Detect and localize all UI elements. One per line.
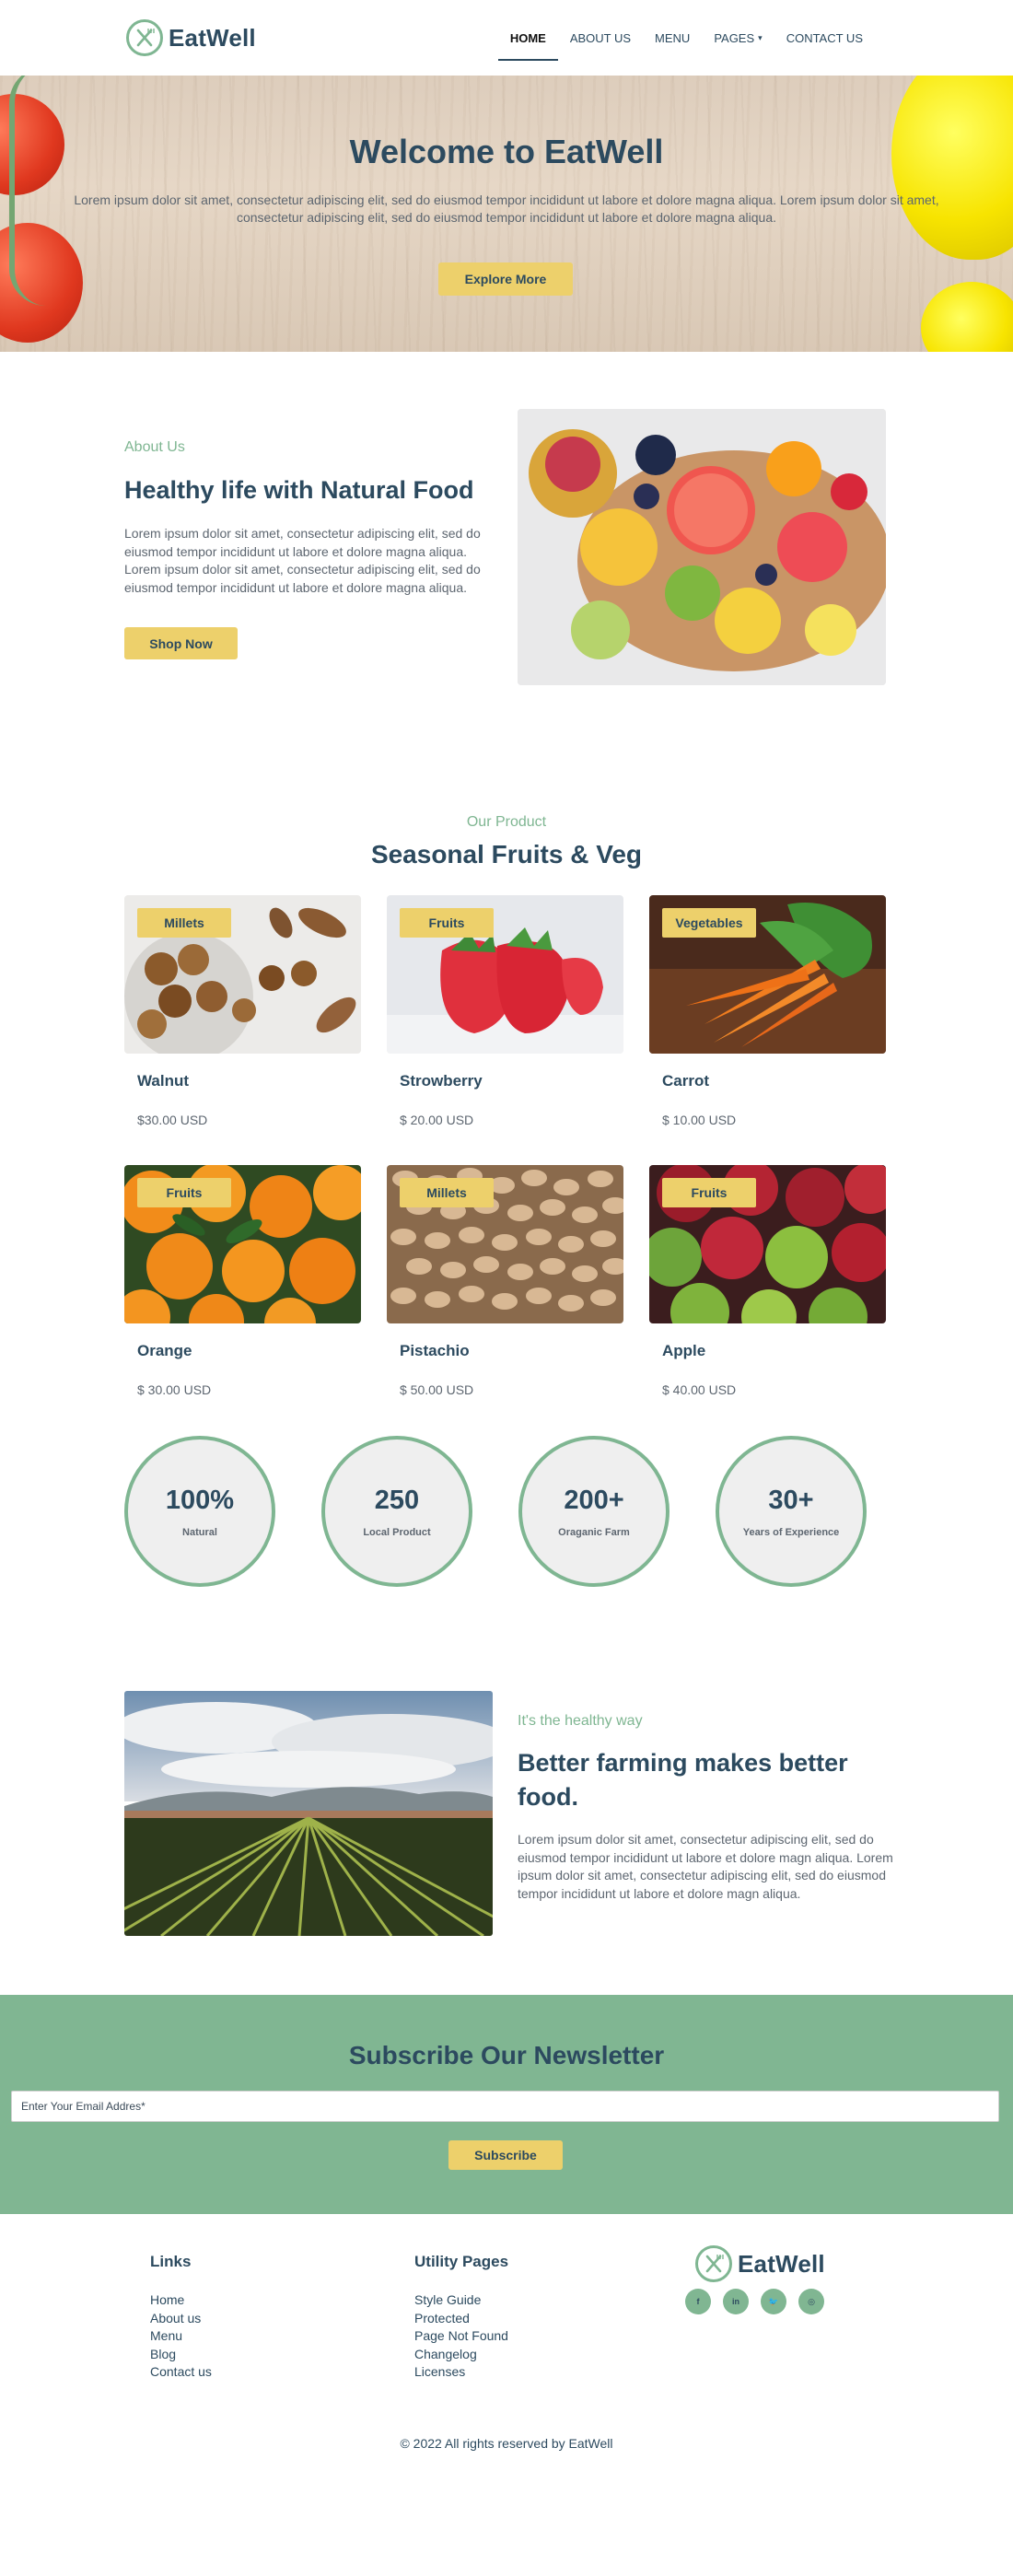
nav-menu[interactable]: MENU xyxy=(643,0,702,76)
stat-label: Oraganic Farm xyxy=(558,1526,630,1538)
subscribe-button[interactable]: Subscribe xyxy=(448,2140,563,2170)
category-badge: Fruits xyxy=(137,1178,231,1207)
twitter-icon[interactable]: 🐦 xyxy=(761,2289,786,2314)
footer-link-changelog[interactable]: Changelog xyxy=(414,2346,508,2364)
category-badge: Fruits xyxy=(400,908,494,938)
newsletter-section: Subscribe Our Newsletter Subscribe xyxy=(0,1995,1013,2214)
stat-organic-farm: 200+ Oraganic Farm xyxy=(518,1436,670,1587)
pepper-image xyxy=(921,282,1013,352)
fork-knife-icon xyxy=(126,19,163,56)
hero-banner: Welcome to EatWell Lorem ipsum dolor sit… xyxy=(0,76,1013,352)
product-price: $ 20.00 USD xyxy=(400,1113,474,1127)
stat-local-product: 250 Local Product xyxy=(321,1436,472,1587)
products-section: Our Product Seasonal Fruits & Veg Millet… xyxy=(0,792,1013,1397)
footer-link-page-not-found[interactable]: Page Not Found xyxy=(414,2327,508,2346)
footer-brand-name: EatWell xyxy=(738,2249,825,2278)
copyright-text: © 2022 All rights reserved by EatWell xyxy=(400,2436,613,2451)
footer-link-protected[interactable]: Protected xyxy=(414,2310,508,2328)
farming-section: It's the healthy way Better farming make… xyxy=(0,1685,1013,1995)
footer-links-column: Links Home About us Menu Blog Contact us xyxy=(150,2253,212,2382)
nav-about-us[interactable]: ABOUT US xyxy=(558,0,643,76)
product-name: Carrot xyxy=(662,1072,710,1090)
footer-utility-heading: Utility Pages xyxy=(414,2253,509,2270)
stat-label: Natural xyxy=(182,1526,217,1538)
footer-link-about-us[interactable]: About us xyxy=(150,2310,212,2328)
stat-label: Years of Experience xyxy=(742,1526,840,1538)
product-price: $30.00 USD xyxy=(137,1113,208,1127)
product-name: Strowberry xyxy=(400,1072,483,1090)
top-navbar: EatWell HOME ABOUT US MENU PAGES ▾ CONTAC… xyxy=(0,0,1013,76)
shop-now-button[interactable]: Shop Now xyxy=(124,627,238,659)
category-badge: Millets xyxy=(400,1178,494,1207)
product-price: $ 10.00 USD xyxy=(662,1113,737,1127)
explore-more-button[interactable]: Explore More xyxy=(438,262,573,296)
chevron-down-icon: ▾ xyxy=(758,32,763,42)
hero-description: Lorem ipsum dolor sit amet, consectetur … xyxy=(74,192,939,225)
newsletter-title: Subscribe Our Newsletter xyxy=(348,2041,665,2069)
email-input[interactable] xyxy=(11,2091,999,2122)
stat-years-experience: 30+ Years of Experience xyxy=(716,1436,867,1587)
stat-natural: 100% Natural xyxy=(124,1436,275,1587)
product-card[interactable]: Vegetables Carrot $ 10.00 USD xyxy=(649,895,886,1135)
facebook-icon[interactable]: f xyxy=(685,2289,711,2314)
brand-name: EatWell xyxy=(169,23,256,52)
footer-link-blog[interactable]: Blog xyxy=(150,2346,212,2364)
stats-section: 100% Natural 250 Local Product 200+ Orag… xyxy=(0,1340,1013,1685)
footer-links-heading: Links xyxy=(150,2253,192,2270)
stat-value: 30+ xyxy=(768,1485,814,1515)
fruit-platter-image xyxy=(518,409,886,685)
footer-link-style-guide[interactable]: Style Guide xyxy=(414,2291,508,2310)
linkedin-icon[interactable]: in xyxy=(723,2289,749,2314)
farming-description: Lorem ipsum dolor sit amet, consectetur … xyxy=(518,1832,893,1901)
nav-home[interactable]: HOME xyxy=(497,0,558,76)
footer-utility-column: Utility Pages Style Guide Protected Page… xyxy=(414,2253,508,2382)
footer-link-contact-us[interactable]: Contact us xyxy=(150,2363,212,2382)
category-badge: Fruits xyxy=(662,1178,756,1207)
product-name: Walnut xyxy=(137,1072,190,1090)
category-badge: Vegetables xyxy=(662,908,756,938)
nav-pages-label: PAGES xyxy=(714,30,755,45)
about-title: Healthy life with Natural Food xyxy=(124,476,474,504)
stat-value: 200+ xyxy=(564,1485,624,1515)
farming-eyebrow: It's the healthy way xyxy=(518,1713,643,1729)
footer-brand-logo[interactable]: EatWell xyxy=(695,2245,825,2282)
main-menu: HOME ABOUT US MENU PAGES ▾ CONTACT US xyxy=(497,0,875,76)
nav-contact-us[interactable]: CONTACT US xyxy=(774,0,875,76)
farming-title: Better farming makes better food. xyxy=(518,1749,848,1811)
stat-value: 100% xyxy=(165,1485,235,1515)
footer-link-home[interactable]: Home xyxy=(150,2291,212,2310)
product-card[interactable]: Fruits Strowberry $ 20.00 USD xyxy=(387,895,623,1135)
product-card[interactable]: Millets Walnut $30.00 USD xyxy=(124,895,361,1135)
social-links: f in 🐦 ◎ xyxy=(685,2289,824,2314)
footer-link-licenses[interactable]: Licenses xyxy=(414,2363,508,2382)
about-description: Lorem ipsum dolor sit amet, consectetur … xyxy=(124,526,481,595)
about-section: About Us Healthy life with Natural Food … xyxy=(0,352,1013,792)
footer: Links Home About us Menu Blog Contact us… xyxy=(0,2214,1013,2464)
brand-logo[interactable]: EatWell xyxy=(126,19,256,56)
nav-pages-dropdown[interactable]: PAGES ▾ xyxy=(702,0,774,76)
hero-title: Welcome to EatWell xyxy=(349,133,664,170)
stat-label: Local Product xyxy=(363,1526,431,1538)
products-eyebrow: Our Product xyxy=(466,814,547,830)
instagram-icon[interactable]: ◎ xyxy=(798,2289,824,2314)
stat-value: 250 xyxy=(374,1485,420,1515)
category-badge: Millets xyxy=(137,908,231,938)
products-title: Seasonal Fruits & Veg xyxy=(370,840,643,868)
farm-field-image xyxy=(124,1691,493,1936)
footer-link-menu[interactable]: Menu xyxy=(150,2327,212,2346)
about-eyebrow: About Us xyxy=(124,439,185,455)
fork-knife-icon xyxy=(695,2245,732,2282)
vine-image xyxy=(9,76,138,306)
